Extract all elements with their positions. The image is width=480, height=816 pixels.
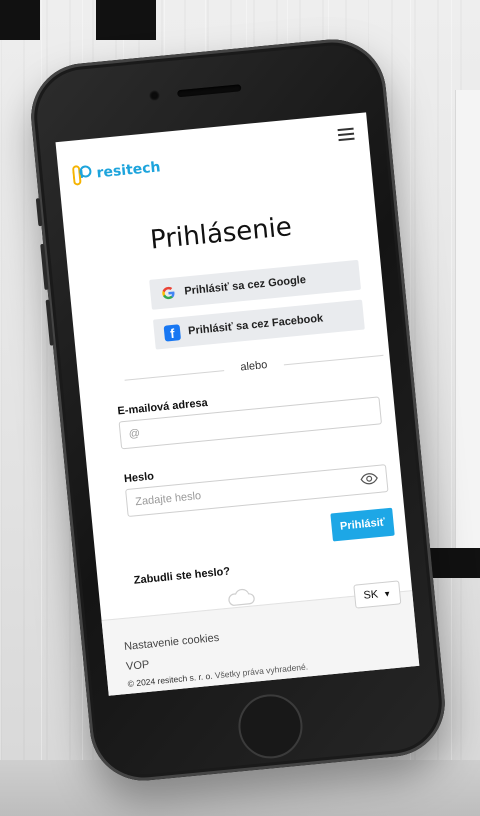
background-dark-block [0,0,40,40]
brand-logo[interactable]: resitech [72,156,162,186]
brand-name: resitech [95,159,162,182]
chevron-down-icon: ▼ [382,588,392,599]
terms-link[interactable]: VOP [126,659,150,673]
password-placeholder: Zadajte heslo [134,489,202,509]
background-card [455,90,480,560]
facebook-login-button[interactable]: f Prihlásiť sa cez Facebook [152,299,365,350]
google-icon [160,284,177,301]
google-login-label: Prihlásiť sa cez Google [183,273,307,298]
facebook-icon: f [163,324,182,342]
home-button[interactable] [235,691,306,762]
cookie-settings-link[interactable]: Nastavenie cookies [124,632,220,653]
background-dark-block [96,0,156,40]
page-title: Prihlásenie [148,212,294,256]
copyright-text: © 2024 resitech s. r. o. [127,670,213,689]
phone-screen: resitech Prihlásenie Prihlásiť sa cez Go… [55,112,420,696]
facebook-login-label: Prihlásiť sa cez Facebook [187,312,324,338]
phone-speaker [177,84,242,98]
language-select[interactable]: SK ▼ [353,580,402,609]
forgot-password-link[interactable]: Zabudli ste heslo? [133,566,230,587]
front-camera [149,90,160,102]
eye-icon[interactable] [360,472,379,486]
copyright: © 2024 resitech s. r. o. Všetky práva vy… [127,661,308,688]
language-value: SK [363,588,379,602]
or-separator-text: alebo [235,358,272,374]
rights-text: Všetky práva vyhradené. [214,661,309,681]
resitech-logo-icon [72,163,94,187]
password-field[interactable]: Zadajte heslo [125,464,389,518]
cloud-icon [225,586,257,607]
phone-device: resitech Prihlásenie Prihlásiť sa cez Go… [26,34,450,786]
hamburger-menu-icon[interactable] [337,127,355,142]
or-separator: alebo [124,348,384,387]
password-label: Heslo [123,470,155,486]
login-submit-button[interactable]: Prihlásiť [330,507,395,542]
footer: SK ▼ Nastavenie cookies VOP © 2024 resit… [101,580,420,696]
